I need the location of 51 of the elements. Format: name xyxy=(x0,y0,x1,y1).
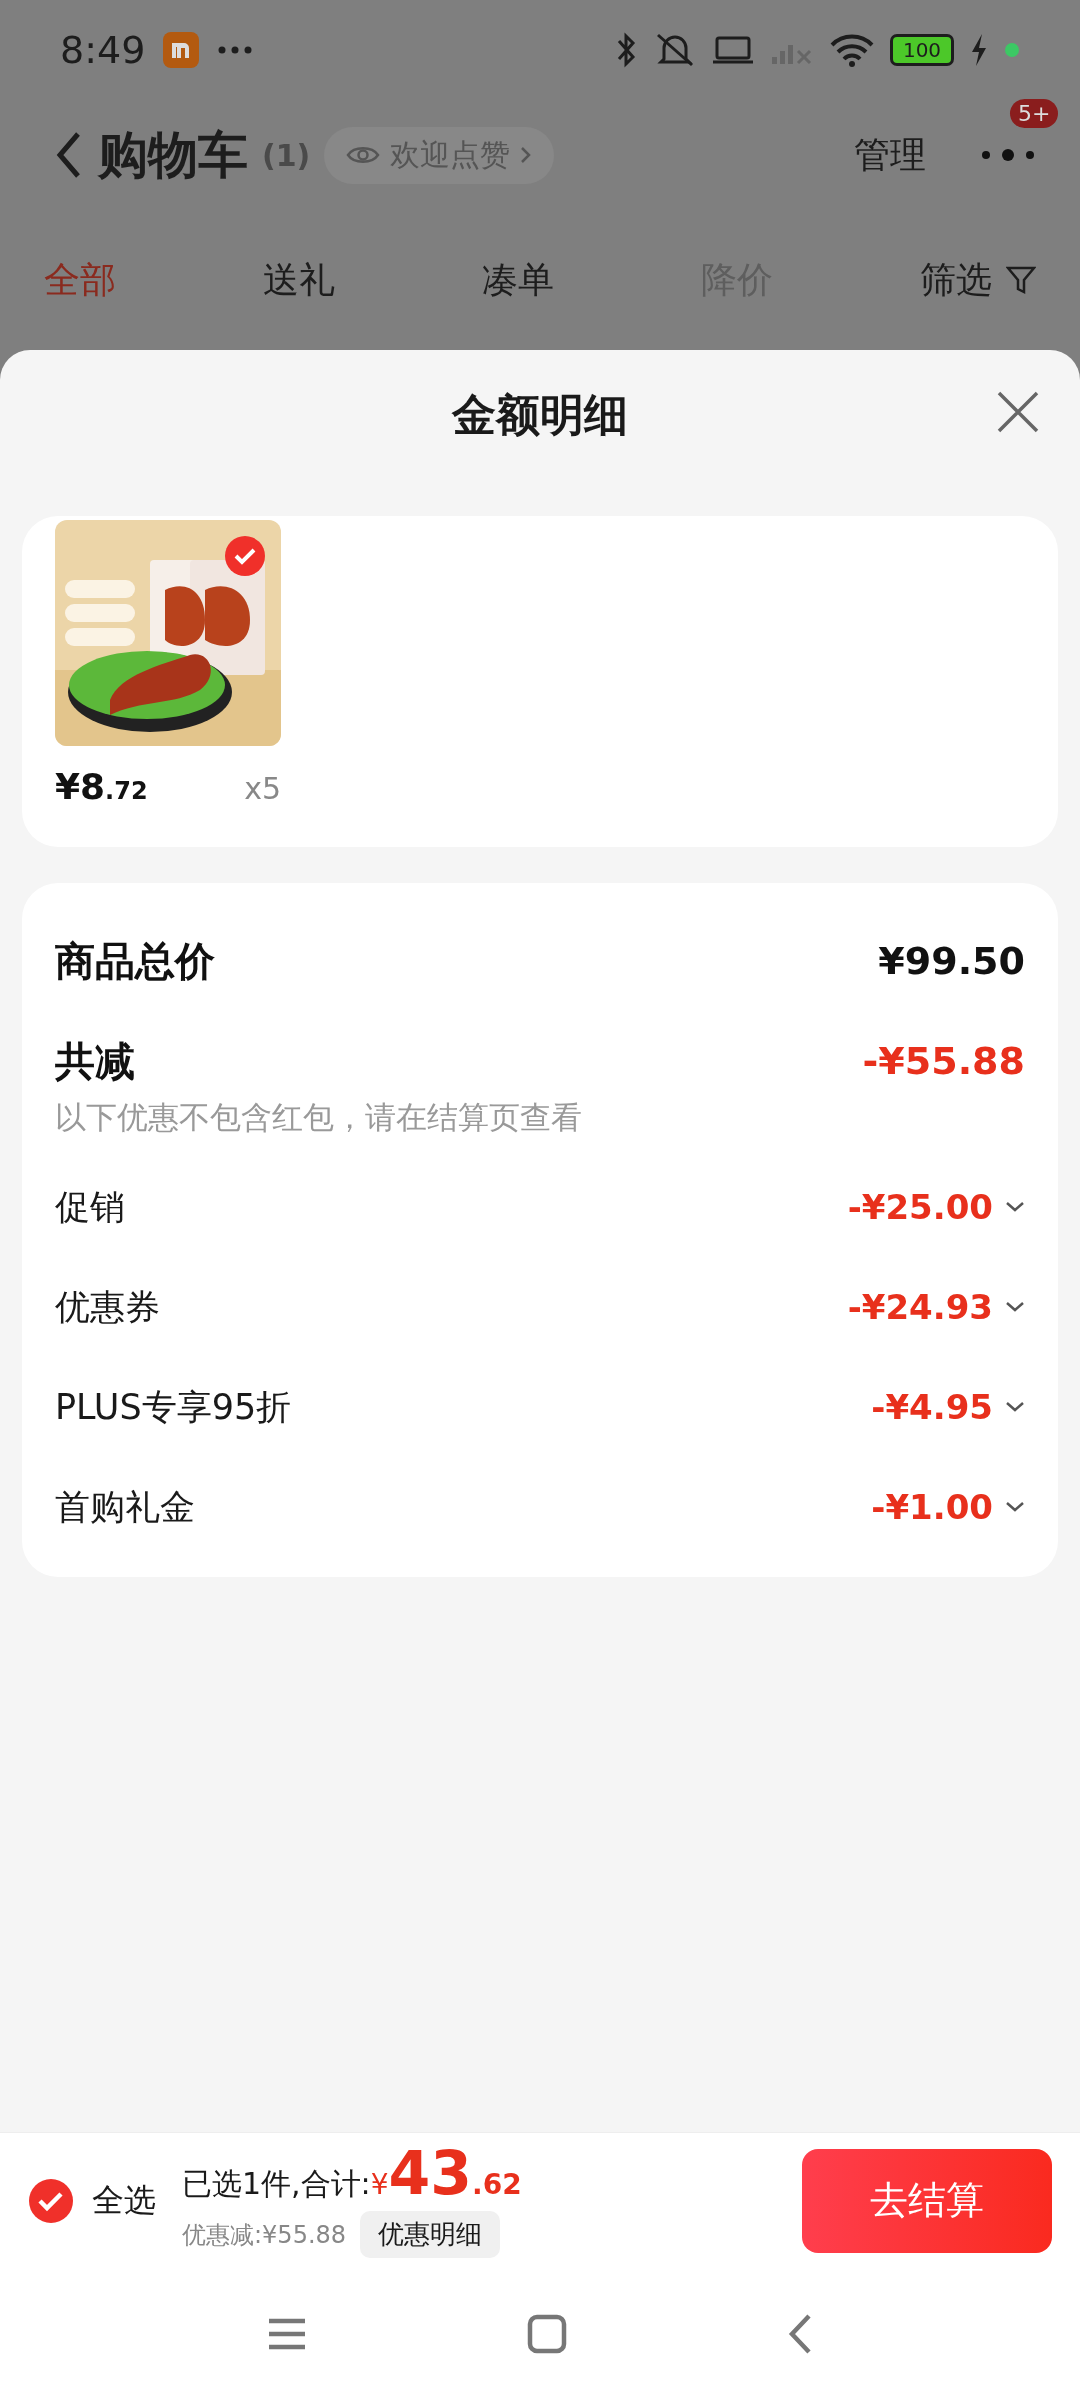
row-value: -¥55.88 xyxy=(862,1039,1025,1083)
filter-tab[interactable]: 凑单 xyxy=(482,255,701,305)
chevron-down-icon[interactable] xyxy=(1005,1501,1025,1513)
select-all-label: 全选 xyxy=(92,2179,156,2221)
row-value: -¥4.95 xyxy=(871,1387,993,1427)
menu-icon[interactable] xyxy=(267,2317,307,2351)
selection-summary: 已选1件,合计: xyxy=(182,2165,371,2203)
funnel-icon xyxy=(1006,265,1036,295)
row-label: 共减 xyxy=(55,1036,135,1086)
page-title: 购物车 xyxy=(98,124,248,186)
laptop-icon xyxy=(712,35,754,65)
total-price: ¥43.62 xyxy=(370,2143,522,2203)
sheet-title: 金额明细 xyxy=(452,387,628,442)
row-value: -¥25.00 xyxy=(847,1187,993,1227)
eye-icon xyxy=(346,144,381,166)
chevron-down-icon[interactable] xyxy=(1005,1201,1025,1213)
chevron-right-icon xyxy=(520,146,533,164)
clock-time: 8:49 xyxy=(60,28,146,72)
unit-price: ¥8.72 xyxy=(55,766,148,807)
filter-button[interactable]: 筛选 xyxy=(920,255,1036,305)
muted-bell-icon xyxy=(654,31,696,69)
wifi-icon xyxy=(830,33,874,67)
status-dot-icon xyxy=(1004,42,1020,58)
quantity-text: x5 xyxy=(244,771,281,806)
select-all-checkbox[interactable] xyxy=(28,2177,74,2224)
charging-icon xyxy=(970,33,988,67)
checkout-button[interactable]: 去结算 xyxy=(802,2148,1052,2253)
close-icon[interactable] xyxy=(996,390,1040,434)
more-icon xyxy=(217,45,254,55)
more-menu-icon[interactable] xyxy=(980,149,1036,161)
row-label: 商品总价 xyxy=(55,936,215,986)
chevron-down-icon[interactable] xyxy=(1005,1301,1025,1313)
row-value: ¥99.50 xyxy=(878,939,1025,983)
discount-text: 优惠减:¥55.88 xyxy=(182,2219,347,2251)
row-label: 促销 xyxy=(55,1185,125,1229)
row-label: 首购礼金 xyxy=(55,1485,195,1529)
row-label: 优惠券 xyxy=(55,1285,160,1329)
back-icon[interactable] xyxy=(787,2313,813,2355)
row-label: PLUS专享95折 xyxy=(55,1385,292,1429)
row-value: -¥24.93 xyxy=(847,1287,993,1327)
manage-link[interactable]: 管理 xyxy=(854,130,926,180)
notification-badge: 5+ xyxy=(1010,99,1059,128)
discount-detail-button[interactable]: 优惠明细 xyxy=(360,2211,501,2258)
filter-tab[interactable]: 送礼 xyxy=(263,255,482,305)
app-icon xyxy=(163,32,200,68)
note-text: 以下优惠不包含红包，请在结算页查看 xyxy=(55,1098,583,1137)
filter-tab[interactable]: 全部 xyxy=(44,255,263,305)
row-value: -¥1.00 xyxy=(871,1487,993,1527)
battery-indicator: 100 xyxy=(890,34,954,66)
home-icon[interactable] xyxy=(527,2314,567,2354)
chevron-down-icon[interactable] xyxy=(1005,1401,1025,1413)
